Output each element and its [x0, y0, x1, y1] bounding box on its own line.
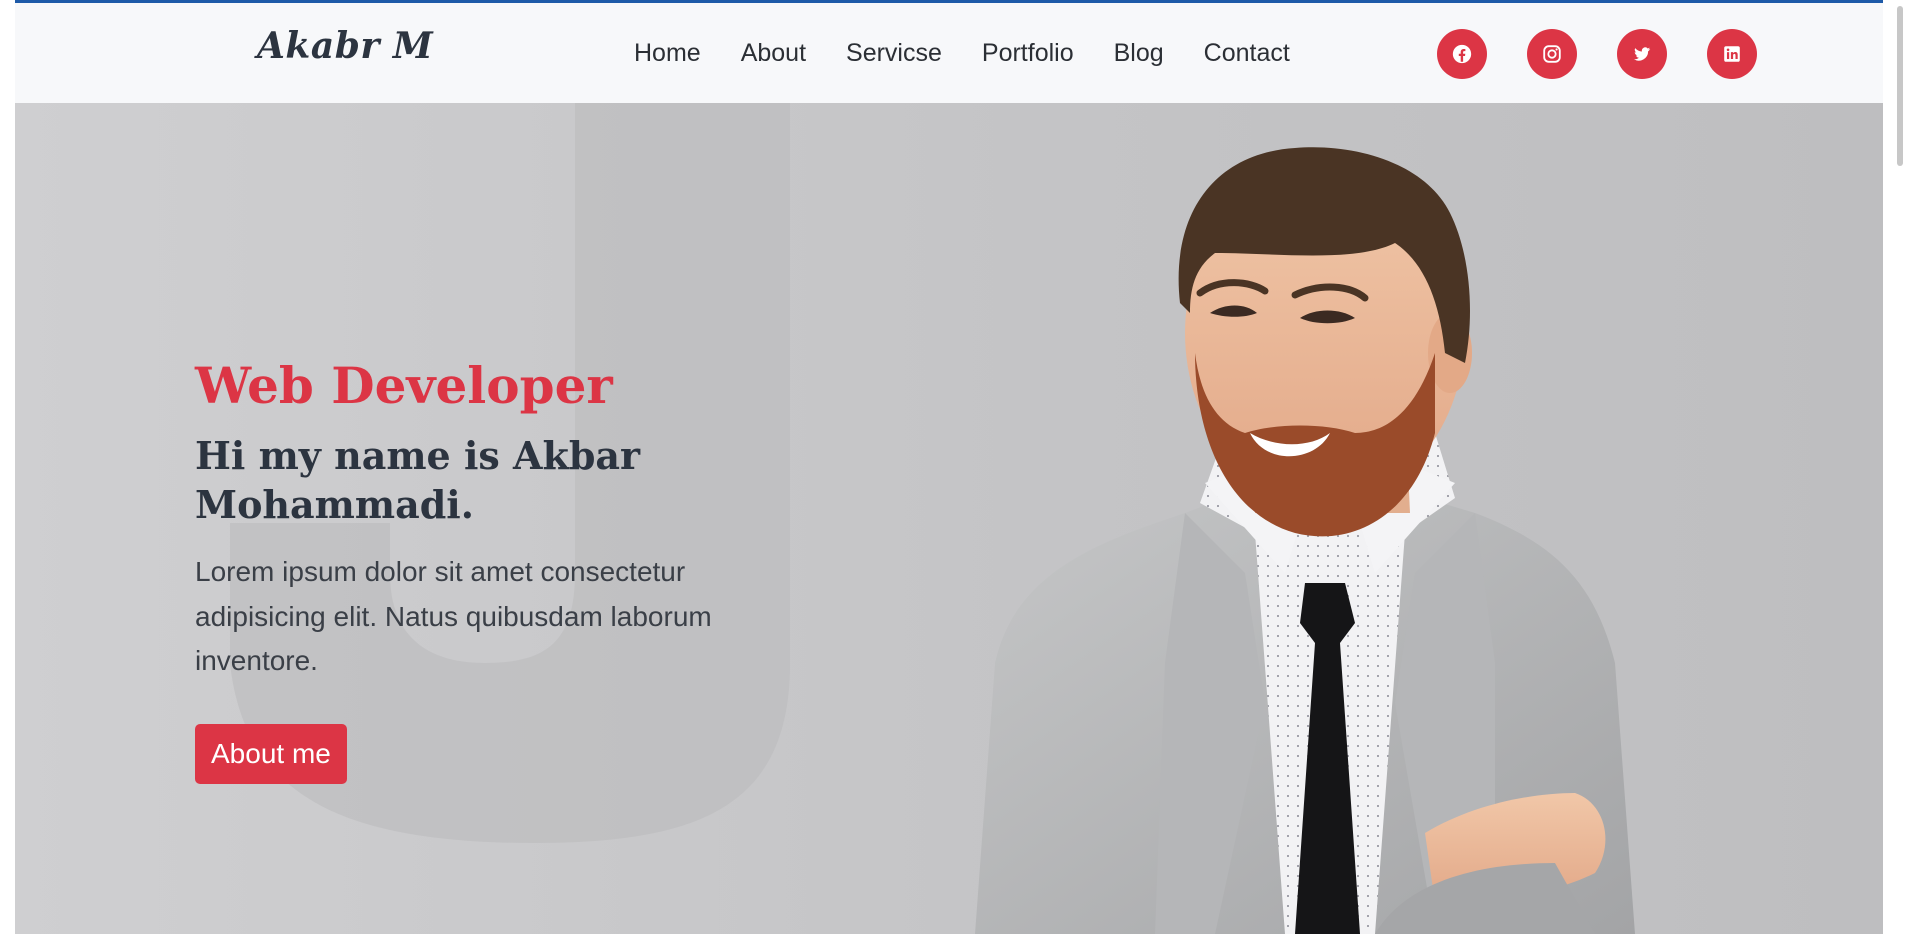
- hero-section: Web Developer Hi my name is Akbar Mohamm…: [15, 103, 1883, 934]
- hero-heading: Hi my name is Akbar Mohammadi.: [195, 433, 641, 528]
- linkedin-icon: [1724, 46, 1740, 62]
- social-links: [1437, 29, 1797, 79]
- facebook-icon: [1452, 44, 1472, 64]
- nav-link-home[interactable]: Home: [634, 39, 701, 68]
- nav-link-contact[interactable]: Contact: [1204, 39, 1290, 68]
- site-logo[interactable]: Akabr M: [257, 25, 433, 67]
- twitter-icon: [1633, 47, 1651, 61]
- hero-role: Web Developer: [195, 356, 613, 415]
- instagram-icon: [1543, 45, 1561, 63]
- about-me-button[interactable]: About me: [195, 724, 347, 785]
- twitter-button[interactable]: [1617, 29, 1667, 79]
- navbar: Akabr M Home About Servicse Portfolio Bl…: [15, 3, 1883, 103]
- hero-description: Lorem ipsum dolor sit amet consectetur a…: [195, 555, 712, 677]
- main-nav: Home About Servicse Portfolio Blog Conta…: [634, 39, 1330, 68]
- nav-link-about[interactable]: About: [741, 39, 806, 68]
- portrait-image: [975, 147, 1635, 934]
- hero-text-block: Web Developer Hi my name is Akbar Mohamm…: [195, 356, 795, 785]
- linkedin-button[interactable]: [1707, 29, 1757, 79]
- nav-link-services[interactable]: Servicse: [846, 39, 942, 68]
- instagram-button[interactable]: [1527, 29, 1577, 79]
- facebook-button[interactable]: [1437, 29, 1487, 79]
- vertical-scrollbar[interactable]: [1897, 6, 1903, 166]
- page-left-margin: [0, 0, 15, 934]
- nav-link-blog[interactable]: Blog: [1114, 39, 1164, 68]
- nav-link-portfolio[interactable]: Portfolio: [982, 39, 1074, 68]
